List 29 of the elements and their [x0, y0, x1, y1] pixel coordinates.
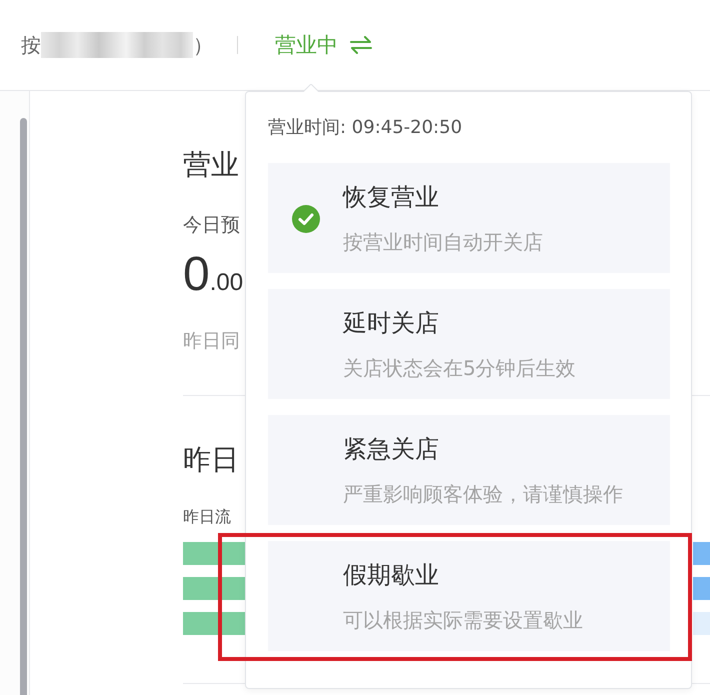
amount-value: 0.00 — [183, 247, 244, 303]
option-title: 恢复营业 — [343, 182, 440, 213]
section-title: 营业 — [183, 149, 239, 181]
option-title: 延时关店 — [343, 308, 440, 339]
bar — [183, 612, 245, 635]
option-description: 可以根据实际需要设置歇业 — [343, 607, 584, 634]
swap-icon — [350, 36, 372, 54]
chart-label: 昨日流 — [183, 507, 231, 527]
bar — [693, 542, 710, 565]
bar — [183, 577, 245, 600]
bar — [693, 577, 710, 600]
option-title: 紧急关店 — [343, 434, 440, 465]
option-title: 假期歇业 — [343, 560, 440, 591]
section-title: 昨日 — [183, 444, 239, 476]
option-card[interactable]: 延时关店 关店状态会在5分钟后生效 — [268, 289, 670, 399]
option-description: 关店状态会在5分钟后生效 — [343, 355, 577, 382]
option-description: 严重影响顾客体验，请谨慎操作 — [343, 481, 624, 508]
scrollbar-thumb[interactable] — [20, 118, 27, 695]
bar — [183, 542, 245, 565]
option-card[interactable]: 假期歇业 可以根据实际需要设置歇业 — [268, 541, 670, 651]
option-card[interactable]: 恢复营业 按营业时间自动开关店 — [268, 163, 670, 273]
bar — [693, 612, 710, 635]
comparison-label: 昨日同 — [183, 330, 240, 352]
shop-name-end: ） — [193, 32, 213, 58]
option-card[interactable]: 紧急关店 严重影响顾客体验，请谨慎操作 — [268, 415, 670, 525]
stat-label: 今日预 — [183, 214, 240, 236]
shop-name: 按 — [21, 32, 41, 58]
option-description: 按营业时间自动开关店 — [343, 229, 544, 256]
business-hours: 营业时间: 09:45-20:50 — [268, 117, 464, 139]
